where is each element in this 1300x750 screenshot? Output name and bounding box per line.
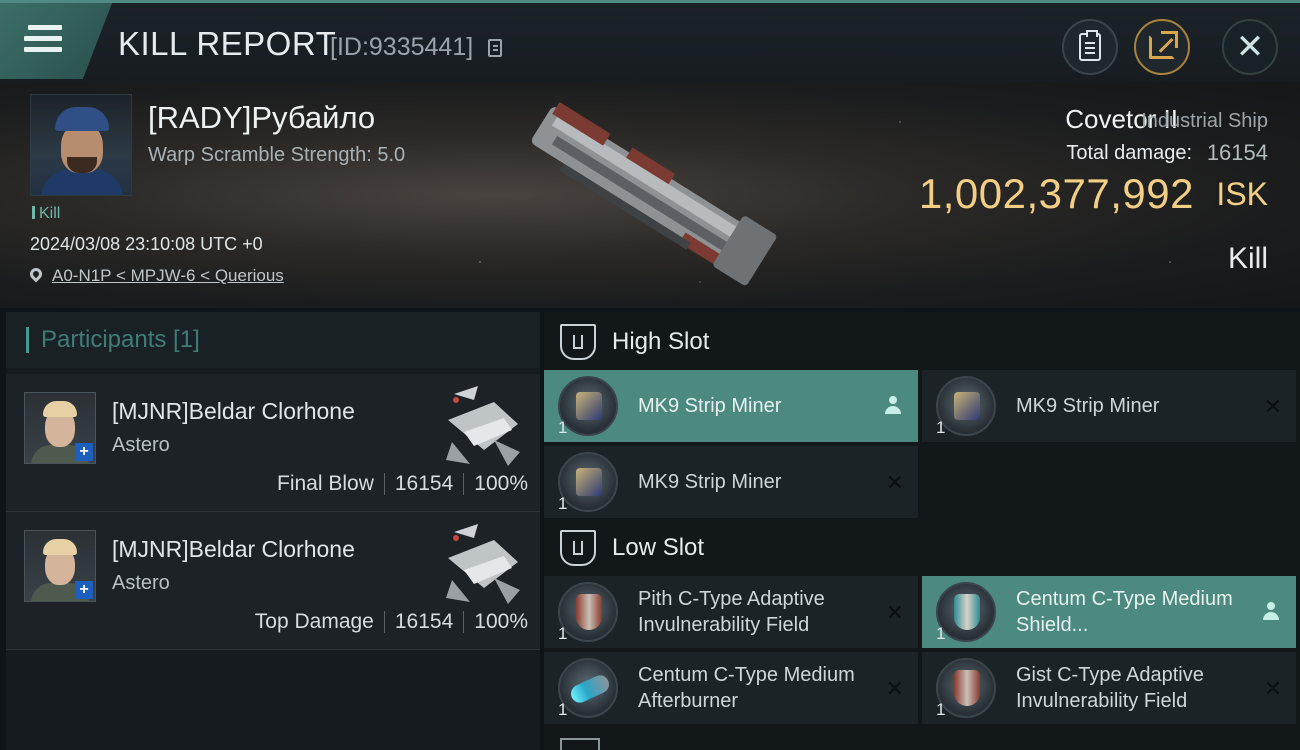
ship-class: Industrial Ship [1141, 110, 1268, 132]
victim-name[interactable]: [RADY]Рубайло [148, 100, 375, 136]
high-slot-header: High Slot [544, 314, 1300, 370]
location-pin-icon [27, 265, 45, 283]
module-quantity: 1 [936, 624, 946, 643]
victim-summary: [RADY]Рубайло Warp Scramble Strength: 5.… [0, 82, 1300, 308]
module-item[interactable]: 1 MK9 Strip Miner ✕ [922, 370, 1296, 442]
module-item[interactable]: 1 MK9 Strip Miner [544, 370, 918, 442]
module-item[interactable]: 1 Gist C-Type Adaptive Invulnerability F… [922, 652, 1296, 724]
clipboard-button[interactable] [1062, 19, 1118, 75]
participant-percent: 100% [474, 610, 528, 633]
page-title: KILL REPORT [118, 25, 337, 62]
participant-ship: Astero [112, 434, 170, 456]
participant-role: Top Damage [254, 610, 374, 633]
close-button[interactable]: ✕ [1222, 19, 1278, 75]
person-icon [884, 396, 902, 416]
participant-stats: Top Damage 16154 100% [255, 610, 528, 634]
participant-ship-image [446, 524, 520, 604]
participant-row[interactable]: + [MJNR]Beldar Clorhone Astero Top Damag… [6, 512, 540, 650]
module-quantity: 1 [558, 624, 568, 643]
participant-ship-image [446, 386, 520, 466]
copy-id-icon[interactable] [488, 39, 502, 57]
add-contact-icon[interactable]: + [75, 581, 93, 599]
module-name: MK9 Strip Miner [1016, 395, 1160, 417]
participant-ship: Astero [112, 572, 170, 594]
participant-name[interactable]: [MJNR]Beldar Clorhone [112, 536, 355, 563]
low-slot-icon [560, 530, 596, 566]
total-damage-value: 16154 [1206, 140, 1268, 165]
person-icon [1262, 602, 1280, 622]
location-link[interactable]: A0-N1P < MPJW-6 < Querious [27, 265, 284, 286]
total-damage-label: Total damage: [1066, 142, 1192, 164]
isk-unit: ISK [1216, 176, 1268, 212]
victim-portrait[interactable] [30, 94, 132, 196]
module-item[interactable]: 1 Centum C-Type Medium Afterburner ✕ [544, 652, 918, 724]
module-quantity: 1 [558, 700, 568, 719]
high-slot-icon [560, 324, 596, 360]
module-name: MK9 Strip Miner [638, 471, 782, 493]
destroyed-icon: ✕ [885, 676, 904, 701]
low-slot-title: Low Slot [612, 534, 705, 561]
module-quantity: 1 [936, 418, 946, 437]
module-quantity: 1 [558, 418, 568, 437]
victim-ship-image [531, 101, 777, 286]
avatar[interactable]: + [24, 392, 96, 464]
module-name: Pith C-Type Adaptive Invulnerability Fie… [638, 588, 825, 636]
fitting-panel: High Slot 1 MK9 Strip Miner 1 MK9 Strip … [544, 312, 1300, 750]
menu-tab[interactable] [0, 3, 112, 79]
destroyed-icon: ✕ [885, 600, 904, 625]
participant-percent: 100% [474, 472, 528, 495]
module-name: Centum C-Type Medium Afterburner [638, 664, 855, 712]
hamburger-menu-icon[interactable] [24, 25, 62, 55]
low-slot-header: Low Slot [544, 520, 1300, 576]
share-button[interactable] [1134, 19, 1190, 75]
module-name: MK9 Strip Miner [638, 395, 782, 417]
participant-damage: 16154 [394, 472, 454, 495]
close-icon: ✕ [1235, 28, 1265, 66]
module-quantity: 1 [558, 494, 568, 513]
destroyed-icon: ✕ [1263, 676, 1282, 701]
module-quantity: 1 [936, 700, 946, 719]
kill-datetime: 2024/03/08 23:10:08 UTC +0 [30, 234, 263, 254]
avatar[interactable]: + [24, 530, 96, 602]
kill-tag: Kill [32, 205, 60, 223]
destroyed-icon: ✕ [885, 470, 904, 495]
participant-name[interactable]: [MJNR]Beldar Clorhone [112, 398, 355, 425]
participant-damage: 16154 [394, 610, 454, 633]
location-text[interactable]: A0-N1P < MPJW-6 < Querious [52, 266, 284, 286]
participant-role: Final Blow [277, 472, 374, 495]
report-id: [ID:9335441] [330, 33, 474, 61]
participant-row[interactable]: + [MJNR]Beldar Clorhone Astero Final Blo… [6, 374, 540, 512]
isk-value: 1,002,377,992 [918, 170, 1194, 217]
mid-slot-icon [560, 738, 600, 750]
module-item[interactable]: 1 Pith C-Type Adaptive Invulnerability F… [544, 576, 918, 648]
module-name: Centum C-Type Medium Shield... [1016, 588, 1233, 636]
module-name: Gist C-Type Adaptive Invulnerability Fie… [1016, 664, 1204, 712]
participants-panel: Participants [1] + [MJNR]Beldar Clorhone… [6, 312, 540, 750]
participants-header: Participants [1] [6, 312, 540, 368]
clipboard-icon [1079, 30, 1101, 61]
module-item[interactable]: 1 Centum C-Type Medium Shield... [922, 576, 1296, 648]
high-slot-title: High Slot [612, 328, 710, 355]
participant-stats: Final Blow 16154 100% [277, 472, 528, 496]
destroyed-icon: ✕ [1263, 394, 1282, 419]
add-contact-icon[interactable]: + [75, 443, 93, 461]
warp-scramble-text: Warp Scramble Strength: 5.0 [148, 144, 406, 166]
title-bar: KILL REPORT [ID:9335441] ✕ [0, 0, 1300, 82]
share-external-icon [1149, 31, 1178, 59]
module-item[interactable]: 1 MK9 Strip Miner ✕ [544, 446, 918, 518]
result-label: Kill [1227, 242, 1268, 275]
